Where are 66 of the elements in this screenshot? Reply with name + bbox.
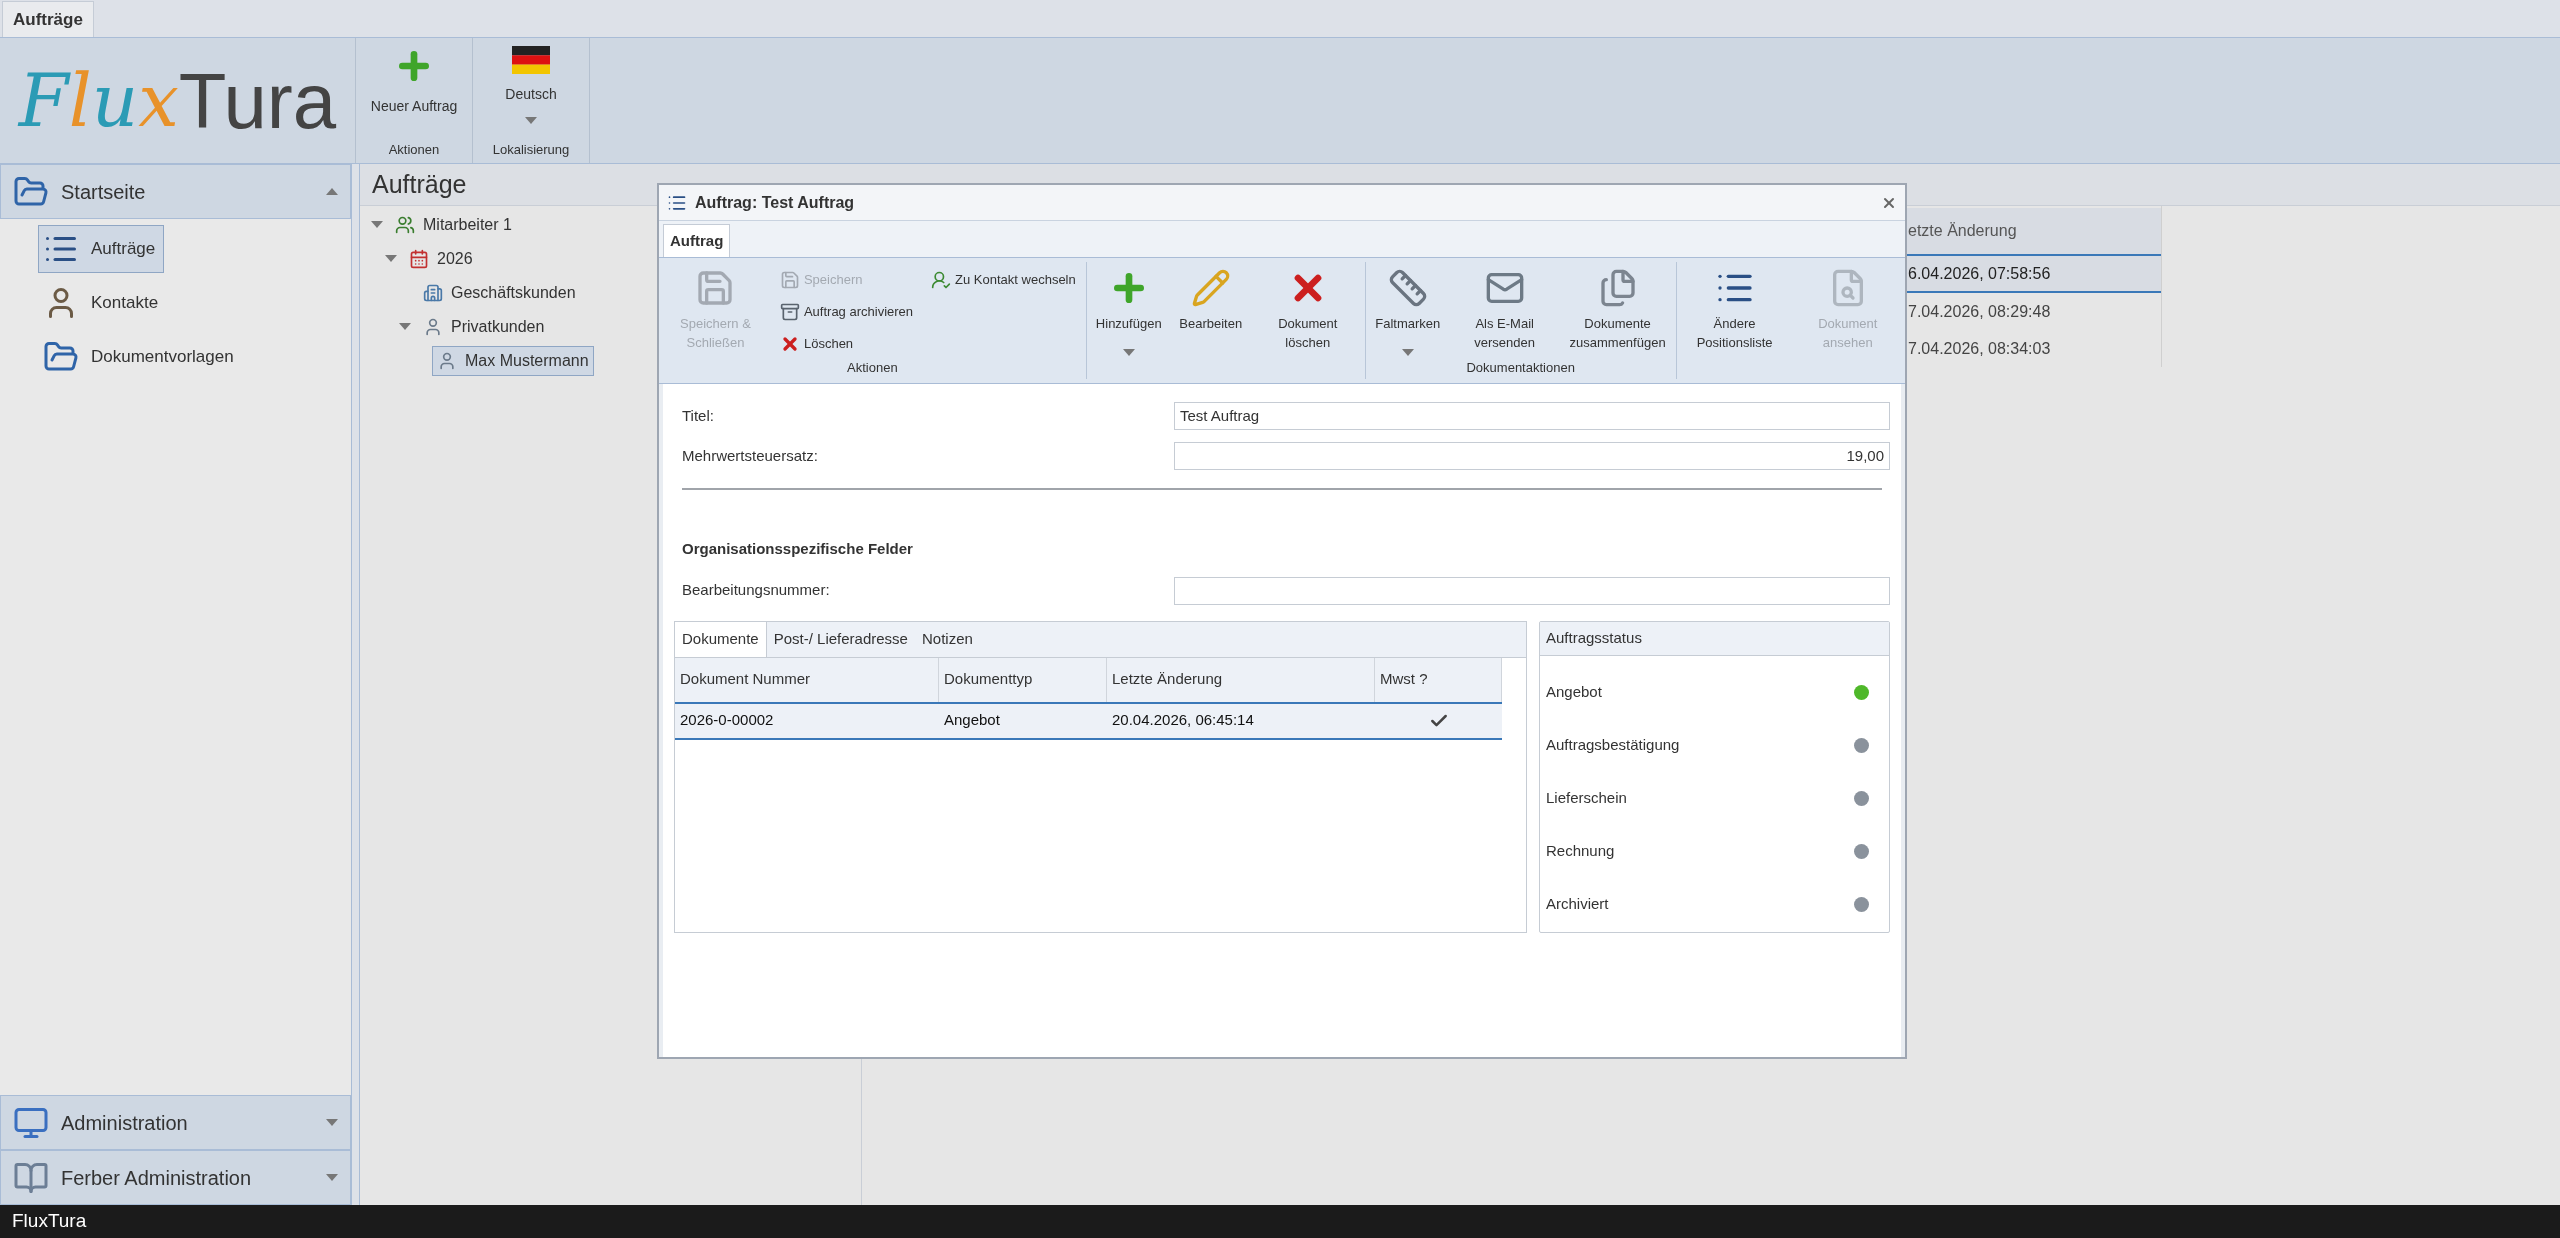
pencil-icon — [1190, 268, 1231, 308]
table-cell-text: 20.04.2026, 06:45:14 — [1111, 710, 1255, 731]
tab[interactable]: Notizen — [914, 621, 980, 657]
status-label: Rechnung — [1546, 840, 1616, 861]
sidebar-section-header[interactable]: Administration — [0, 1095, 351, 1150]
calendar-icon — [409, 249, 429, 269]
field-label: Titel: — [682, 405, 715, 426]
table-row[interactable]: 2026-0-00002 Angebot 20.04.2026, 06:45:14 — [675, 703, 1502, 740]
ribbon-button[interactable]: Faltmarken — [1371, 262, 1444, 358]
ribbon-button[interactable]: Bearbeiten — [1174, 262, 1247, 379]
fluxtura-logo: FluxTura — [16, 55, 338, 147]
status-label: Angebot — [1546, 681, 1603, 702]
status-bar: FluxTura — [0, 1205, 2560, 1238]
sidebar-item[interactable]: Aufträge — [38, 225, 165, 273]
tree-item[interactable]: Geschäftskunden — [418, 278, 581, 308]
ribbon-button[interactable]: Auftrag archivieren — [779, 298, 914, 326]
tree-item[interactable]: Privatkunden — [418, 312, 550, 342]
expand-arrow-icon — [326, 1118, 338, 1127]
sidebar-item[interactable]: Dokumentvorlagen — [38, 333, 243, 381]
ribbon-button[interactable]: Zu Kontakt wechseln — [931, 266, 1076, 294]
column-header[interactable]: Mwst ? — [1375, 657, 1502, 702]
field-label: Bearbeitungsnummer: — [682, 580, 831, 601]
text-field[interactable]: Test Auftrag — [1174, 402, 1890, 430]
collapse-arrow-icon — [326, 187, 338, 196]
sidebar-section-header[interactable]: Startseite — [0, 164, 351, 219]
tab[interactable]: Dokumente — [675, 621, 767, 657]
building-icon — [423, 283, 443, 303]
tree-item[interactable]: Max Mustermann — [432, 346, 594, 376]
sidebar-section-header[interactable]: Ferber Administration — [0, 1150, 351, 1205]
app-tab[interactable]: Aufträge — [2, 1, 94, 37]
ribbon-button[interactable]: Deutsch — [481, 46, 581, 140]
person-icon — [437, 351, 457, 371]
status-label: Lieferschein — [1546, 787, 1628, 808]
ribbon-button[interactable]: Dokument löschen — [1256, 262, 1359, 379]
splitter[interactable] — [352, 164, 360, 1205]
tree-item[interactable]: 2026 — [404, 244, 478, 274]
ribbon-button[interactable]: Ändere Positionsliste — [1682, 262, 1787, 379]
status-label: Archiviert — [1546, 893, 1610, 914]
section-heading: Organisationsspezifische Felder — [681, 539, 914, 559]
ribbon-button[interactable]: Als E-Mail versenden — [1453, 262, 1556, 358]
text-field[interactable]: 19,00 — [1174, 442, 1890, 470]
german-flag-icon — [512, 46, 550, 74]
ribbon-group-label: Lokalisierung — [492, 140, 570, 159]
ribbon-group-label: Aktionen — [388, 140, 440, 159]
table-cell-text: Angebot — [943, 710, 1001, 731]
people-icon — [395, 215, 415, 235]
ribbon-button[interactable]: Löschen — [779, 330, 914, 358]
ribbon-button[interactable]: Hinzufügen — [1092, 262, 1165, 379]
field-label: Mehrwertsteuersatz: — [682, 445, 819, 466]
table-cell-text: 2026-0-00002 — [679, 710, 775, 731]
column-header[interactable]: Dokumenttyp — [939, 657, 1107, 702]
sidebar-item[interactable]: Kontakte — [38, 279, 168, 327]
panel-title: Auftragsstatus — [1540, 621, 1889, 656]
column-header[interactable]: Letzte Änderung — [1107, 657, 1375, 702]
ribbon-group-label: Dokumentaktionen — [1466, 358, 1575, 377]
text-field[interactable] — [1174, 576, 1890, 605]
column-header[interactable]: Dokument Nummer — [675, 657, 939, 702]
ribbon-button[interactable]: Neuer Auftrag — [364, 46, 464, 140]
tab[interactable]: Post-/ Lieferadresse — [766, 621, 915, 657]
tree-item[interactable]: Mitarbeiter 1 — [390, 210, 517, 240]
expand-arrow-icon — [326, 1173, 338, 1182]
ribbon-tab[interactable]: Auftrag — [663, 224, 731, 257]
status-label: Auftragsbestätigung — [1546, 734, 1681, 755]
ribbon-button[interactable]: Dokumente zusammenfügen — [1565, 262, 1670, 358]
person-icon — [423, 317, 443, 337]
ribbon-group-label: Aktionen — [847, 359, 898, 377]
